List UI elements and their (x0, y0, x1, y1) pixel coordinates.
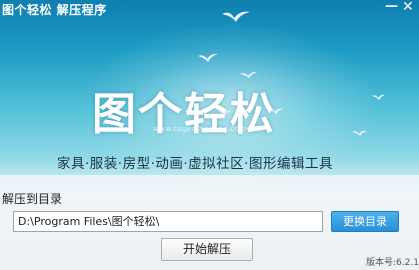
installer-window: 图个轻松 解压程序 — ✕ 图个轻松 www.tugeqingsong.com … (0, 0, 419, 270)
minimize-icon[interactable]: — (385, 0, 398, 14)
tagline: 家具·服装·房型·动画·虚拟社区·图形编辑工具 (57, 156, 333, 172)
start-extract-button[interactable]: 开始解压 (161, 238, 253, 261)
watermark: www.tugeqingsong.com (153, 125, 247, 133)
window-title: 图个轻松 解压程序 (2, 3, 107, 17)
version-text: 版本号:6.2.1 (366, 258, 419, 268)
bird-2 (198, 53, 218, 62)
bird-6 (352, 130, 367, 136)
bird-7 (372, 94, 385, 100)
close-icon[interactable]: ✕ (402, 0, 414, 14)
change-dir-button[interactable]: 更换目录 (331, 211, 399, 232)
bird-1 (222, 11, 250, 22)
extract-path-input[interactable]: D:\Program Files\图个轻松\ (13, 211, 323, 232)
extract-dir-label: 解压到目录 (2, 192, 63, 206)
